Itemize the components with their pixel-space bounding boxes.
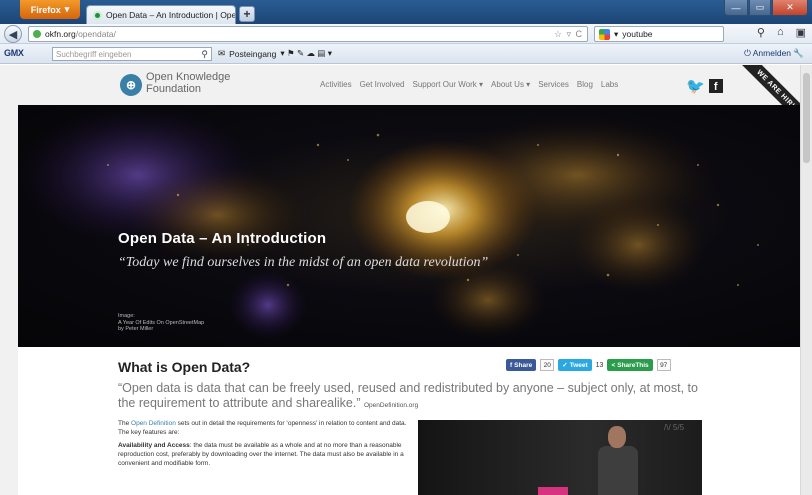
sharethis-label: ShareThis (617, 361, 649, 369)
anmelden-label: Anmelden (752, 48, 792, 58)
addons-icon[interactable]: ▣ (796, 26, 806, 39)
p1-prefix: The (118, 420, 132, 427)
video-lower-bar (538, 487, 568, 495)
twitter-icon[interactable]: 🐦 (686, 77, 705, 95)
window-controls: — ▭ ✕ (724, 0, 808, 16)
tweet-label: Tweet (569, 361, 588, 369)
share-buttons: f Share 20 ✓ Tweet 13 < ShareThis 97 (506, 359, 671, 371)
magnifier-icon[interactable]: ⚲ (201, 49, 208, 60)
openstreetmap-edits-map (18, 105, 759, 340)
hero-banner: Open Data – An Introduction “Today we fi… (18, 105, 800, 347)
maximize-button[interactable]: ▭ (749, 0, 771, 16)
hero-quote: “Today we find ourselves in the midst of… (118, 255, 489, 270)
minimize-button[interactable]: — (724, 0, 748, 16)
open-definition-link[interactable]: Open Definition (131, 420, 176, 427)
site-nav: Activities Get Involved Support Our Work… (320, 80, 618, 89)
power-icon: ⏻ (744, 48, 751, 58)
social-links: 🐦 f (686, 77, 723, 95)
nav-support-our-work[interactable]: Support Our Work ▾ (412, 80, 483, 89)
nav-get-involved[interactable]: Get Involved (360, 80, 405, 89)
page-viewport: ⊕ Open Knowledge Foundation Activities G… (0, 65, 800, 495)
nav-activities[interactable]: Activities (320, 80, 352, 89)
sharethis-button[interactable]: < ShareThis (607, 359, 653, 371)
gmx-search-placeholder: Suchbegriff eingeben (56, 49, 132, 59)
credit-author: by Peter Miller (118, 326, 154, 332)
tweet-count: 13 (595, 361, 604, 369)
sharethis-count: 97 (656, 359, 671, 371)
gmx-tools-icon[interactable]: ▾ ⚑ ✎ ☁ ▤ ▾ (280, 48, 332, 59)
mail-icon: ✉ (218, 48, 226, 58)
window-titlebar: Firefox ▾ Open Data – An Introduction | … (0, 0, 812, 24)
anmelden-button[interactable]: ⏻ Anmelden 🔧 (744, 48, 804, 59)
main-content: What is Open Data? f Share 20 ✓ Tweet 13… (18, 347, 800, 495)
posteingang-label: Posteingang (229, 48, 277, 59)
new-tab-button[interactable]: + (239, 6, 255, 22)
speaker-head (608, 426, 626, 448)
paragraph-open-definition: The Open Definition sets out in detail t… (118, 419, 408, 437)
facebook-icon[interactable]: f (708, 79, 723, 93)
site-header: ⊕ Open Knowledge Foundation Activities G… (0, 65, 800, 125)
url-path: /opendata/ (75, 29, 116, 39)
nav-services[interactable]: Services (538, 80, 569, 89)
facebook-share-count: 20 (540, 359, 555, 371)
speaker-body (598, 446, 638, 495)
facebook-share-button[interactable]: f Share (506, 359, 537, 371)
twitter-icon: ✓ (562, 362, 568, 369)
navigation-toolbar: ◀ okfn.org /opendata/ ☆ ▿ C ▾ youtube ⚲ … (0, 24, 812, 44)
chevron-down-icon: ▾ (64, 4, 70, 14)
firefox-menu-label: Firefox (30, 4, 61, 15)
gmx-logo[interactable]: GMX (4, 48, 24, 58)
site-name[interactable]: Open Knowledge Foundation (146, 71, 236, 95)
wrench-icon[interactable]: 🔧 (793, 48, 804, 58)
image-credit: Image: A Year Of Edits On OpenStreetMap … (118, 313, 204, 333)
scrollbar-thumb[interactable] (803, 73, 810, 163)
paragraph-availability: Availability and Access: the data must b… (118, 441, 408, 468)
web-search-bar[interactable]: ▾ youtube (594, 26, 724, 42)
slide-counter: /\/ 5/5 (664, 423, 685, 432)
tab-open-data[interactable]: Open Data – An Introduction | Open Kno..… (86, 5, 236, 24)
gmx-toolbar: GMX Suchbegriff eingeben ⚲ ✉ Posteingang… (0, 44, 812, 64)
search-input-value[interactable]: youtube (622, 29, 652, 39)
url-bar[interactable]: okfn.org /opendata/ ☆ ▿ C (28, 26, 588, 42)
gmx-search-input[interactable]: Suchbegriff eingeben ⚲ (52, 47, 212, 61)
posteingang-button[interactable]: ✉ Posteingang ▾ ⚑ ✎ ☁ ▤ ▾ (218, 48, 332, 59)
tab-title: Open Data – An Introduction | Open Kno..… (106, 10, 236, 20)
back-arrow-icon: ◀ (8, 28, 18, 41)
google-icon[interactable] (599, 28, 610, 40)
okfn-favicon-icon (93, 10, 102, 20)
quote-source: OpenDefinition.org (363, 402, 419, 409)
facebook-icon: f (510, 361, 513, 369)
nav-right-buttons: ⚲ ⌂ ▣ (757, 26, 806, 39)
tweet-button[interactable]: ✓ Tweet (558, 359, 592, 371)
search-icon[interactable]: ⚲ (757, 26, 765, 39)
nav-blog[interactable]: Blog (577, 80, 593, 89)
site-identity-icon[interactable] (33, 30, 41, 38)
open-data-definition-quote: “Open data is data that can be freely us… (118, 381, 698, 413)
back-button[interactable]: ◀ (4, 25, 22, 43)
home-icon[interactable]: ⌂ (777, 26, 784, 39)
close-window-button[interactable]: ✕ (772, 0, 808, 16)
p2-heading: Availability and Access (118, 442, 190, 449)
url-host: okfn.org (45, 29, 76, 39)
firefox-menu-button[interactable]: Firefox ▾ (20, 0, 80, 19)
section-title: What is Open Data? (118, 359, 251, 375)
new-tab-label: + (243, 7, 251, 21)
facebook-share-label: Share (514, 361, 533, 369)
bookmark-star-icon[interactable]: ☆ ▿ C (554, 29, 583, 40)
video-thumbnail[interactable]: /\/ 5/5 (418, 420, 702, 495)
nav-about-us[interactable]: About Us ▾ (491, 80, 530, 89)
page-scrollbar[interactable] (800, 65, 812, 495)
okfn-logo-icon[interactable]: ⊕ (120, 74, 142, 96)
search-engine-chevron-icon[interactable]: ▾ (614, 29, 618, 40)
hero-title: Open Data – An Introduction (118, 230, 327, 247)
nav-labs[interactable]: Labs (601, 80, 618, 89)
share-icon: < (611, 361, 616, 369)
